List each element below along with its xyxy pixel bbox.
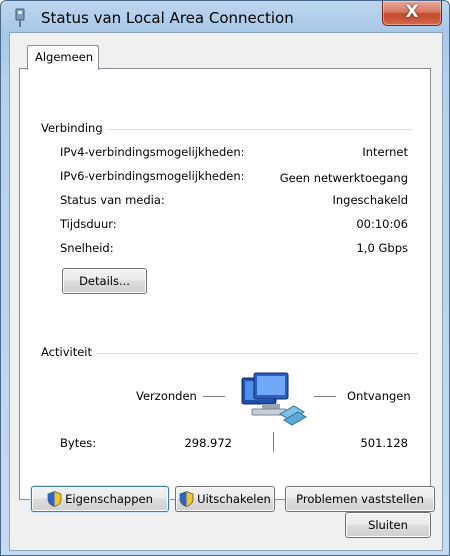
bytes-received-value: 501.128 (360, 436, 408, 450)
uac-shield-icon (179, 491, 194, 507)
details-button[interactable]: Details... (62, 268, 147, 294)
media-status-value: Ingeschakeld (332, 193, 408, 207)
received-label: Ontvangen (347, 389, 411, 403)
speed-label: Snelheid: (60, 241, 114, 255)
speed-value: 1,0 Gbps (356, 241, 408, 255)
window-title: Status van Local Area Connection (41, 9, 294, 27)
properties-button-label: Eigenschappen (65, 492, 153, 506)
sent-line (203, 396, 225, 397)
duration-label: Tijdsduur: (60, 217, 117, 231)
close-icon: X (405, 2, 419, 22)
bytes-divider (273, 432, 274, 452)
close-window-button[interactable]: X (382, 1, 442, 26)
media-status-label: Status van media: (60, 193, 165, 207)
bytes-label: Bytes: (60, 436, 97, 450)
uac-shield-icon (47, 491, 62, 507)
diagnose-button[interactable]: Problemen vaststellen (285, 486, 435, 512)
activity-group-line (40, 353, 418, 354)
close-button[interactable]: Sluiten (345, 512, 431, 538)
tab-algemeen[interactable]: Algemeen (27, 45, 99, 70)
ipv4-label: IPv4-verbindingsmogelijkheden: (60, 145, 245, 159)
ipv6-value: Geen netwerktoegang (279, 171, 408, 185)
title-bar[interactable]: Status van Local Area Connection X (1, 1, 449, 35)
disable-button-label: Uitschakelen (197, 492, 271, 506)
network-computers-icon (241, 372, 307, 426)
network-connection-icon (15, 8, 25, 27)
bytes-sent-value: 298.972 (184, 436, 232, 450)
sent-label: Verzonden (136, 389, 197, 403)
duration-value: 00:10:06 (356, 217, 408, 231)
properties-button[interactable]: Eigenschappen (31, 486, 169, 512)
tab-panel: Verbinding IPv4-verbindingsmogelijkheden… (19, 68, 435, 512)
received-line (314, 396, 336, 397)
connection-heading: Verbinding (41, 121, 107, 135)
disable-button[interactable]: Uitschakelen (175, 486, 275, 512)
tab-label: Algemeen (35, 50, 94, 64)
dialog-window: Status van Local Area Connection X Algem… (0, 0, 450, 556)
ipv4-value: Internet (362, 145, 408, 159)
activity-heading: Activiteit (41, 345, 96, 359)
client-area: Algemeen Verbinding IPv4-verbindingsmoge… (9, 32, 443, 551)
ipv6-label: IPv6-verbindingsmogelijkheden: (60, 169, 245, 183)
